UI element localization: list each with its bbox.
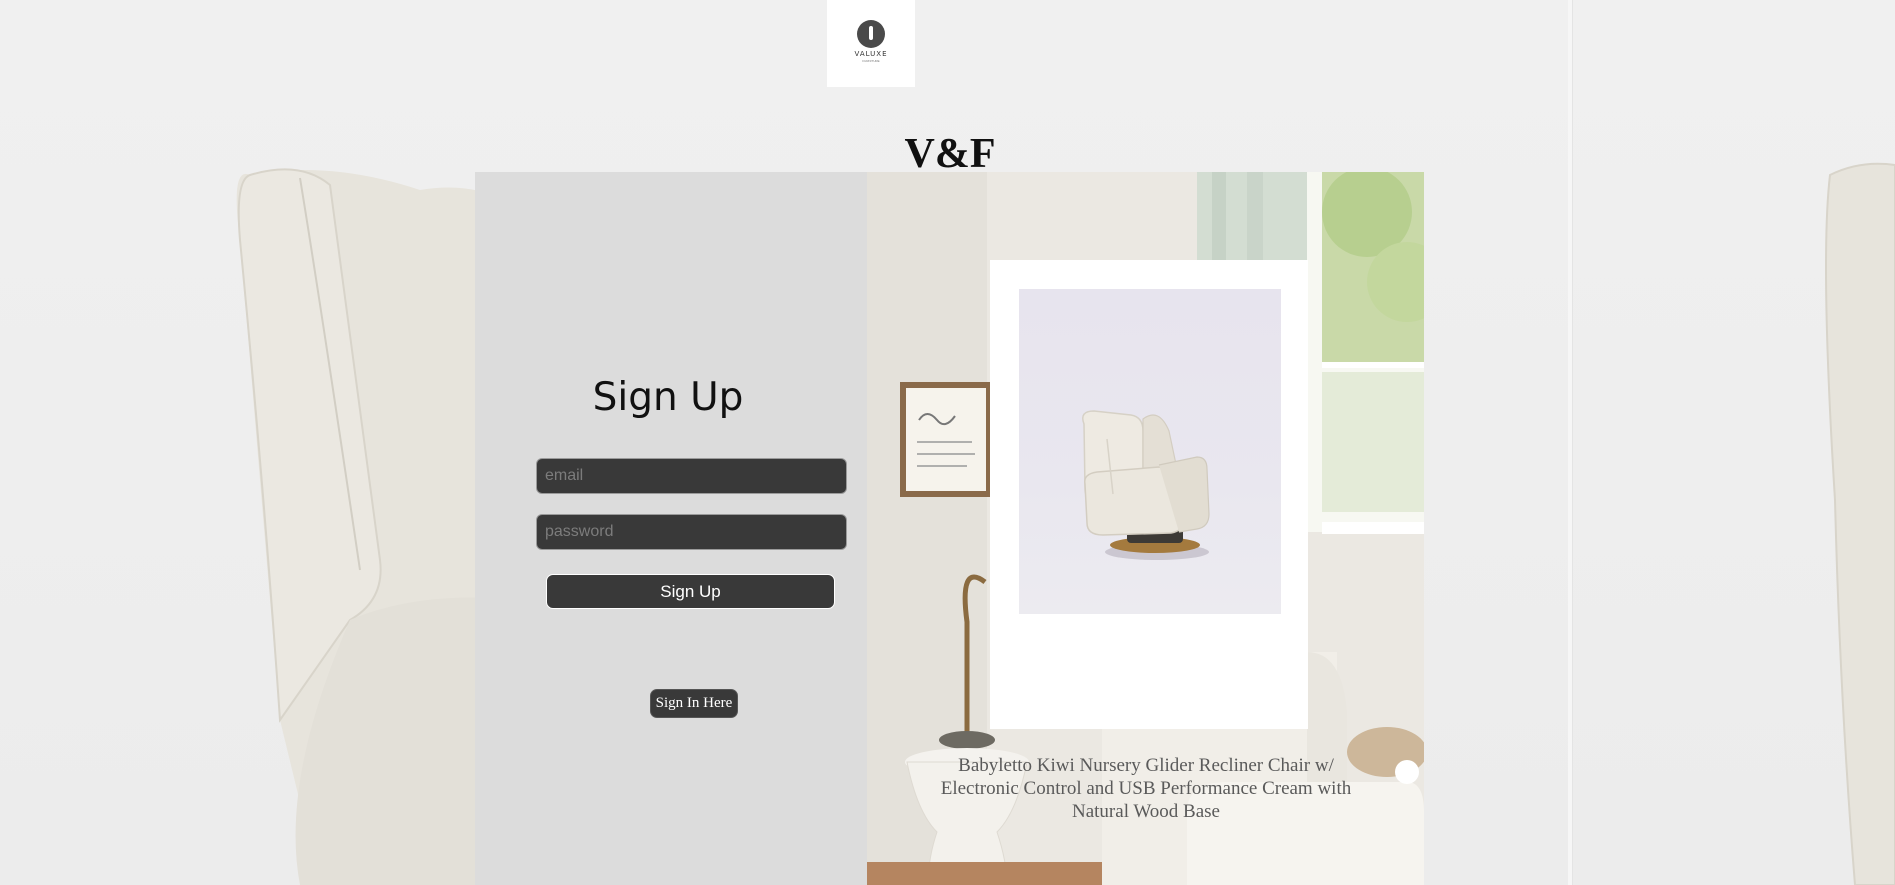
signup-button[interactable]: Sign Up	[546, 574, 835, 609]
signin-link-button[interactable]: Sign In Here	[650, 689, 738, 718]
logo-tagline: FURNITURE	[862, 59, 880, 63]
page-title: V&F	[904, 131, 996, 177]
password-field[interactable]	[536, 514, 847, 550]
product-card[interactable]	[990, 260, 1308, 729]
logo-wordmark: VALUXE	[854, 50, 888, 58]
product-image	[1019, 289, 1281, 614]
signup-heading: Sign Up	[592, 375, 744, 420]
recliner-chair-image	[1082, 410, 1210, 560]
background-panel-seam	[1568, 0, 1572, 885]
background-armchair-right	[1825, 162, 1895, 885]
signup-panel: Sign Up Sign Up Sign In Here	[475, 172, 867, 885]
nursery-photo-panel: Babyletto Kiwi Nursery Glider Recliner C…	[867, 172, 1424, 885]
brand-logo[interactable]: VALUXE FURNITURE	[827, 0, 915, 87]
background-armchair-left	[236, 168, 520, 885]
product-caption: Babyletto Kiwi Nursery Glider Recliner C…	[940, 755, 1352, 822]
valuxe-logo-icon	[857, 20, 885, 48]
email-field[interactable]	[536, 458, 847, 494]
